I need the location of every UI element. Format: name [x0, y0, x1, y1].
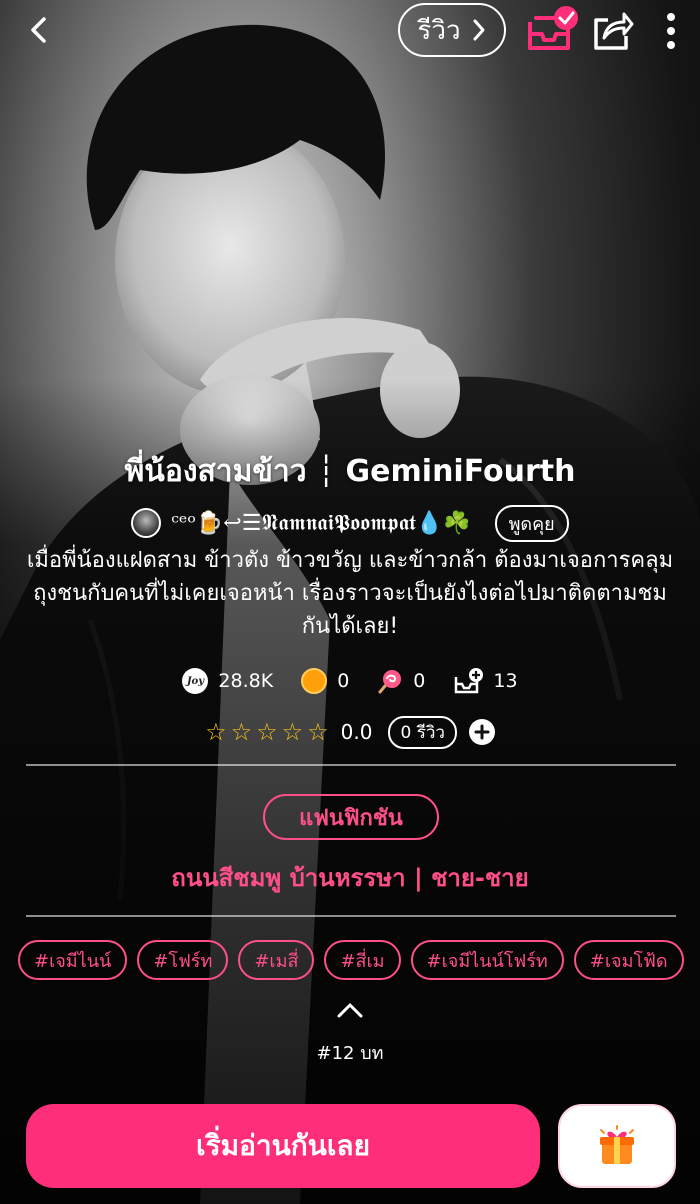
category-badge[interactable]: แฟนฟิกชัน [263, 794, 439, 840]
gift-icon [600, 1125, 634, 1164]
coin-icon [301, 668, 328, 694]
coins-count: 0 [337, 670, 350, 692]
library-count-icon [455, 668, 484, 694]
lollipop-icon [378, 670, 402, 694]
more-vertical-icon [667, 13, 675, 49]
tag-chip[interactable]: #เจมีไนน์ [18, 940, 128, 980]
candies-stat: 0 [377, 668, 425, 694]
tag-chip[interactable]: #โฟร์ท [137, 940, 229, 980]
divider [26, 915, 676, 917]
author-row: ᶜᵉᵒ🍺↩︎☰𝕹𝖆𝖒𝖓𝖆𝖎𝕻𝖔𝖔𝖒𝖕𝖆𝖙💧☘️ พูดคุย [0, 502, 700, 544]
top-bar: รีวิว [0, 0, 700, 64]
share-button[interactable] [592, 8, 634, 52]
tag-chip[interactable]: #สี่เม [324, 940, 401, 980]
add-review-button[interactable] [468, 719, 495, 745]
back-button[interactable] [22, 12, 58, 48]
chevron-up-icon[interactable] [336, 1000, 364, 1020]
story-synopsis: เมื่อพี่น้องแฝดสาม ข้าวตัง ข้าวขวัญ และข… [26, 548, 674, 639]
gift-button[interactable] [558, 1104, 676, 1188]
candies-count: 0 [413, 670, 426, 692]
rating-score: 0.0 [340, 720, 373, 744]
divider [26, 764, 676, 766]
more-options-button[interactable] [660, 10, 682, 52]
author-name[interactable]: ᶜᵉᵒ🍺↩︎☰𝕹𝖆𝖒𝖓𝖆𝖎𝕻𝖔𝖔𝖒𝖕𝖆𝖙💧☘️ [171, 511, 470, 536]
start-reading-button[interactable]: เริ่มอ่านกันเลย [26, 1104, 540, 1188]
share-icon [594, 12, 634, 50]
review-button-label: รีวิว [417, 15, 461, 46]
story-title: พี่น้องสามข้าว ┆ GeminiFourth [124, 454, 576, 489]
story-detail-screen: รีวิว พี่น้องสามข้าว ┆ GeminiFourth ᶜᵉᵒ🍺… [0, 0, 700, 1204]
author-avatar[interactable] [131, 508, 162, 538]
coins-stat: 0 [301, 668, 349, 694]
subcategories: ถนนสีชมพู บ้านหรรษา | ชาย-ชาย [171, 864, 529, 892]
add-to-library-button[interactable] [524, 4, 580, 56]
rating-row: ☆☆☆☆☆ 0.0 0 รีวิว [0, 714, 700, 750]
review-count-button[interactable]: 0 รีวิว [388, 715, 457, 749]
views-count: 28.8K [218, 670, 274, 692]
star-rating: ☆☆☆☆☆ [205, 718, 333, 746]
chevron-right-icon [473, 19, 485, 41]
tag-chip[interactable]: #เจมโฟ้ด [573, 940, 684, 980]
views-stat: Joy 28.8K [182, 668, 273, 694]
add-to-library-icon [528, 6, 578, 50]
views-icon: Joy [182, 668, 209, 694]
plus-icon [474, 724, 490, 740]
library-stat: 13 [453, 667, 518, 695]
tag-chip[interactable]: #เจมีไนน์โฟร์ท [410, 940, 564, 980]
chevron-left-icon [31, 17, 46, 43]
tag-chip[interactable]: #เมสี่ [238, 940, 315, 980]
stats-row: Joy 28.8K 0 0 13 [0, 664, 700, 698]
chat-button[interactable]: พูดคุย [494, 504, 569, 542]
chapter-count[interactable]: #12 บท [0, 1038, 700, 1067]
review-button[interactable]: รีวิว [398, 3, 506, 57]
tag-list: #เจมีไนน์ #โฟร์ท #เมสี่ #สี่เม #เจมีไนน์… [18, 940, 684, 982]
library-count: 13 [493, 670, 518, 692]
